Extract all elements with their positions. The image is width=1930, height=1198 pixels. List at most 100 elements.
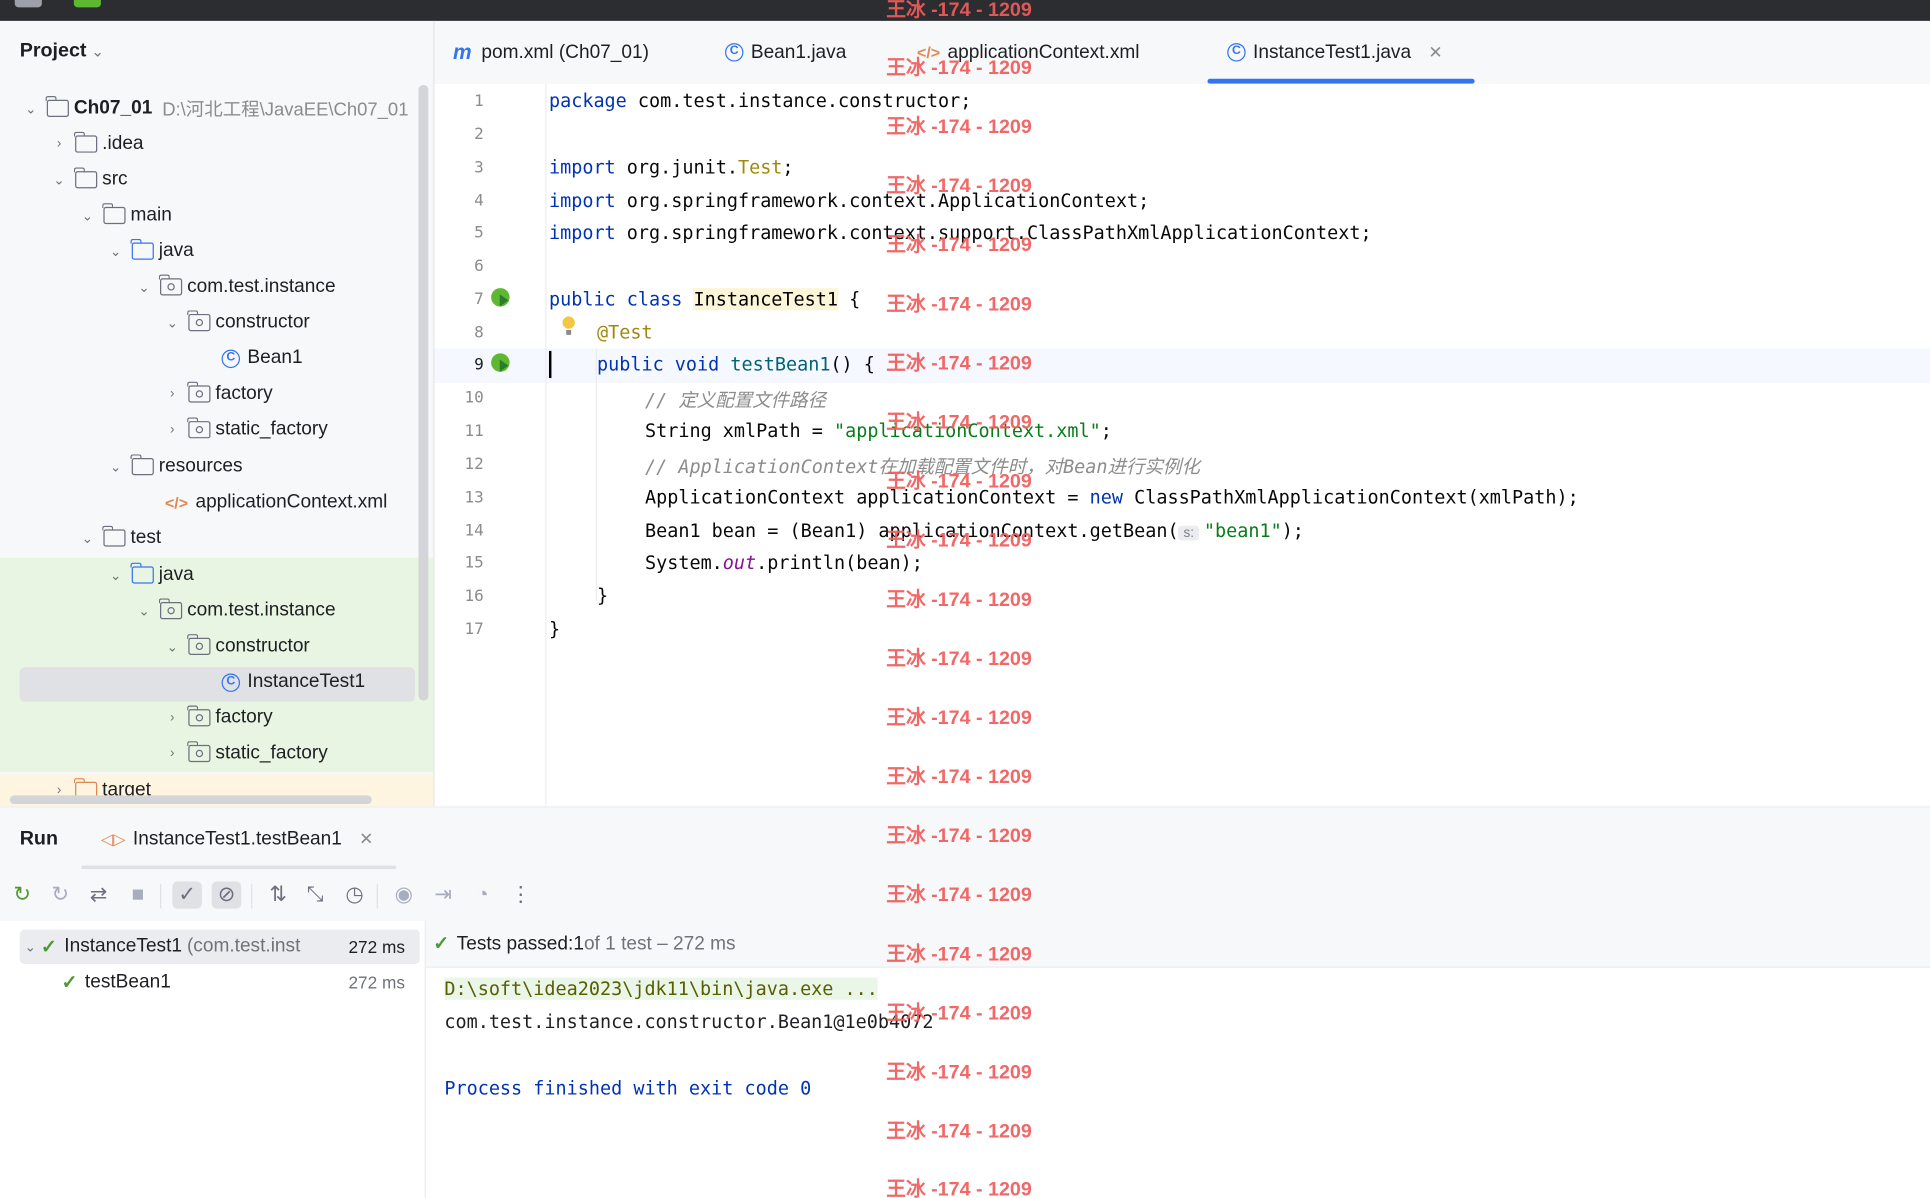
chevron-down-icon[interactable]: ⌄	[107, 243, 124, 259]
chevron-down-icon[interactable]: ⌄	[164, 638, 181, 655]
project-view-selector[interactable]: Project ⌄	[20, 41, 104, 63]
tree-item-label: Bean1	[247, 347, 303, 369]
console-output[interactable]: ✓ Tests passed: 1 of 1 test – 272 ms D:\…	[425, 920, 1930, 1198]
editor-gutter: 1 2 3 4 5 6 7 8 9 10 11 12 13 14 15 16 1…	[435, 83, 547, 807]
chevron-down-icon[interactable]: ⌄	[22, 100, 39, 117]
line-number: 6	[474, 257, 484, 276]
test-method-row[interactable]: ✓ testBean1 272 ms	[20, 965, 420, 999]
tab-instance-test1-java[interactable]: C InstanceTest1.java ✕	[1227, 21, 1443, 84]
tree-item-test-factory[interactable]: › factory	[0, 701, 433, 735]
chevron-right-icon[interactable]: ›	[164, 746, 181, 761]
show-ignored-icon[interactable]: ⊘	[211, 881, 242, 909]
line-number: 17	[464, 620, 484, 639]
horizontal-scrollbar[interactable]	[9, 795, 372, 804]
stop-icon[interactable]: ■	[123, 882, 153, 909]
line-number: 1	[474, 92, 484, 111]
chevron-down-icon[interactable]: ⌄	[25, 939, 36, 955]
tree-item-label: src	[102, 168, 128, 190]
chevron-down-icon[interactable]: ⌄	[107, 567, 124, 583]
tree-item-label: static_factory	[215, 742, 328, 764]
tree-item-test-constructor[interactable]: ⌄ constructor	[0, 629, 433, 663]
chevron-down-icon[interactable]: ⌄	[135, 279, 152, 295]
tree-item-resources[interactable]: ⌄ resources	[0, 449, 433, 483]
lightbulb-icon[interactable]	[562, 316, 575, 335]
tree-item-main[interactable]: ⌄ main	[0, 198, 433, 232]
tree-item-application-context[interactable]: </> applicationContext.xml	[0, 485, 433, 519]
chevron-right-icon[interactable]: ›	[50, 137, 67, 152]
line-number: 2	[474, 125, 484, 145]
close-icon[interactable]: ✕	[1428, 42, 1442, 63]
tree-item-bean1[interactable]: C Bean1	[0, 341, 433, 375]
chevron-down-icon[interactable]: ⌄	[107, 459, 124, 475]
project-widget-icon[interactable]	[73, 0, 101, 8]
editor-tab-bar: m pom.xml (Ch07_01) C Bean1.java </> app…	[434, 20, 1930, 85]
code-line-3: import org.junit.Test;	[548, 156, 794, 179]
watermark-text: 王冰 -174 - 1209	[886, 353, 1032, 375]
tree-item-project-root[interactable]: ⌄ Ch07_01 D:\河北工程\JavaEE\Ch07_01	[0, 91, 433, 125]
run-tab-label: InstanceTest1.testBean1	[132, 828, 342, 850]
package-icon	[187, 634, 211, 655]
test-history-icon[interactable]: ◷	[340, 882, 370, 909]
tree-item-test-package[interactable]: ⌄ com.test.instance	[0, 593, 433, 627]
tree-item-main-factory[interactable]: › factory	[0, 377, 433, 411]
chevron-right-icon[interactable]: ›	[164, 387, 181, 402]
main-menu-icon[interactable]	[14, 0, 42, 8]
tree-item-test-java[interactable]: ⌄ java	[0, 558, 433, 592]
tab-bean1-java[interactable]: C Bean1.java	[725, 21, 846, 84]
tree-item-main-package[interactable]: ⌄ com.test.instance	[0, 270, 433, 304]
run-class-gutter-icon[interactable]	[491, 288, 510, 307]
chevron-right-icon[interactable]: ›	[164, 422, 181, 437]
chevron-down-icon[interactable]: ⌄	[79, 530, 96, 546]
tree-item-test-static-factory[interactable]: › static_factory	[0, 736, 433, 770]
tab-pom-xml[interactable]: m pom.xml (Ch07_01)	[453, 21, 649, 84]
test-class-name: InstanceTest1	[64, 935, 183, 957]
show-passed-icon[interactable]: ✓	[172, 881, 202, 909]
code-editor[interactable]: 1 2 3 4 5 6 7 8 9 10 11 12 13 14 15 16 1…	[434, 83, 1930, 807]
package-icon	[187, 310, 211, 332]
camera-icon[interactable]: ◉	[389, 882, 419, 909]
package-icon	[187, 741, 211, 763]
close-icon[interactable]: ✕	[359, 829, 373, 849]
run-config-tab[interactable]: ◁▷ InstanceTest1.testBean1 ✕	[101, 829, 374, 851]
vertical-scrollbar[interactable]	[418, 84, 429, 701]
coverage-icon[interactable]: ◔	[468, 882, 498, 909]
sort-icon[interactable]: ⇅	[263, 882, 293, 909]
watermark-text: 王冰 -174 - 1209	[886, 1062, 1032, 1084]
tree-item-main-java[interactable]: ⌄ java	[0, 234, 433, 268]
chevron-down-icon[interactable]: ⌄	[79, 207, 96, 224]
line-number: 12	[464, 455, 484, 475]
module-folder-icon	[46, 96, 69, 117]
tab-label: Bean1.java	[750, 41, 847, 63]
class-icon: C	[725, 43, 744, 62]
project-panel: Project ⌄ ⌄ Ch07_01 D:\河北工程\JavaEE\Ch07_0…	[0, 20, 435, 807]
more-options-icon[interactable]: ⋮	[506, 882, 536, 909]
test-results-tree: ⌄ ✓ InstanceTest1 (com.test.inst 272 ms …	[0, 920, 426, 1198]
tree-item-instance-test1[interactable]: C InstanceTest1	[0, 665, 433, 699]
maven-icon: m	[452, 40, 472, 64]
tree-item-label: com.test.instance	[187, 275, 336, 297]
code-line-15: System.out.println(bean);	[644, 551, 923, 574]
toggle-auto-test-icon[interactable]: ⇄	[84, 882, 114, 909]
tree-item-main-static-factory[interactable]: › static_factory	[0, 412, 433, 446]
chevron-right-icon[interactable]: ›	[164, 710, 181, 725]
tree-item-src[interactable]: ⌄ src	[0, 163, 433, 197]
source-folder-icon	[130, 238, 154, 260]
rerun-icon[interactable]: ↻	[7, 882, 37, 909]
chevron-down-icon[interactable]: ⌄	[135, 603, 152, 619]
chevron-down-icon[interactable]: ⌄	[164, 315, 181, 331]
tree-item-label: constructor	[215, 635, 310, 657]
toolbar-separator	[251, 884, 253, 909]
rerun-failed-icon[interactable]: ↻	[46, 882, 76, 909]
test-class-row[interactable]: ⌄ ✓ InstanceTest1 (com.test.inst 272 ms	[19, 929, 420, 965]
collapse-all-icon[interactable]: ⤡	[300, 882, 330, 909]
tree-item-label: resources	[158, 455, 243, 477]
import-tests-icon[interactable]: ⇥	[428, 882, 458, 909]
tree-item-idea[interactable]: › .idea	[0, 127, 433, 161]
tree-item-test[interactable]: ⌄ test	[0, 521, 433, 555]
tree-item-main-constructor[interactable]: ⌄ constructor	[0, 305, 433, 339]
run-test-gutter-icon[interactable]	[491, 353, 510, 372]
watermark-text: 王冰 -174 - 1209	[886, 826, 1032, 848]
chevron-down-icon[interactable]: ⌄	[50, 172, 67, 188]
class-icon: C	[1227, 43, 1246, 62]
watermark-text: 王冰 -174 - 1209	[886, 767, 1032, 788]
